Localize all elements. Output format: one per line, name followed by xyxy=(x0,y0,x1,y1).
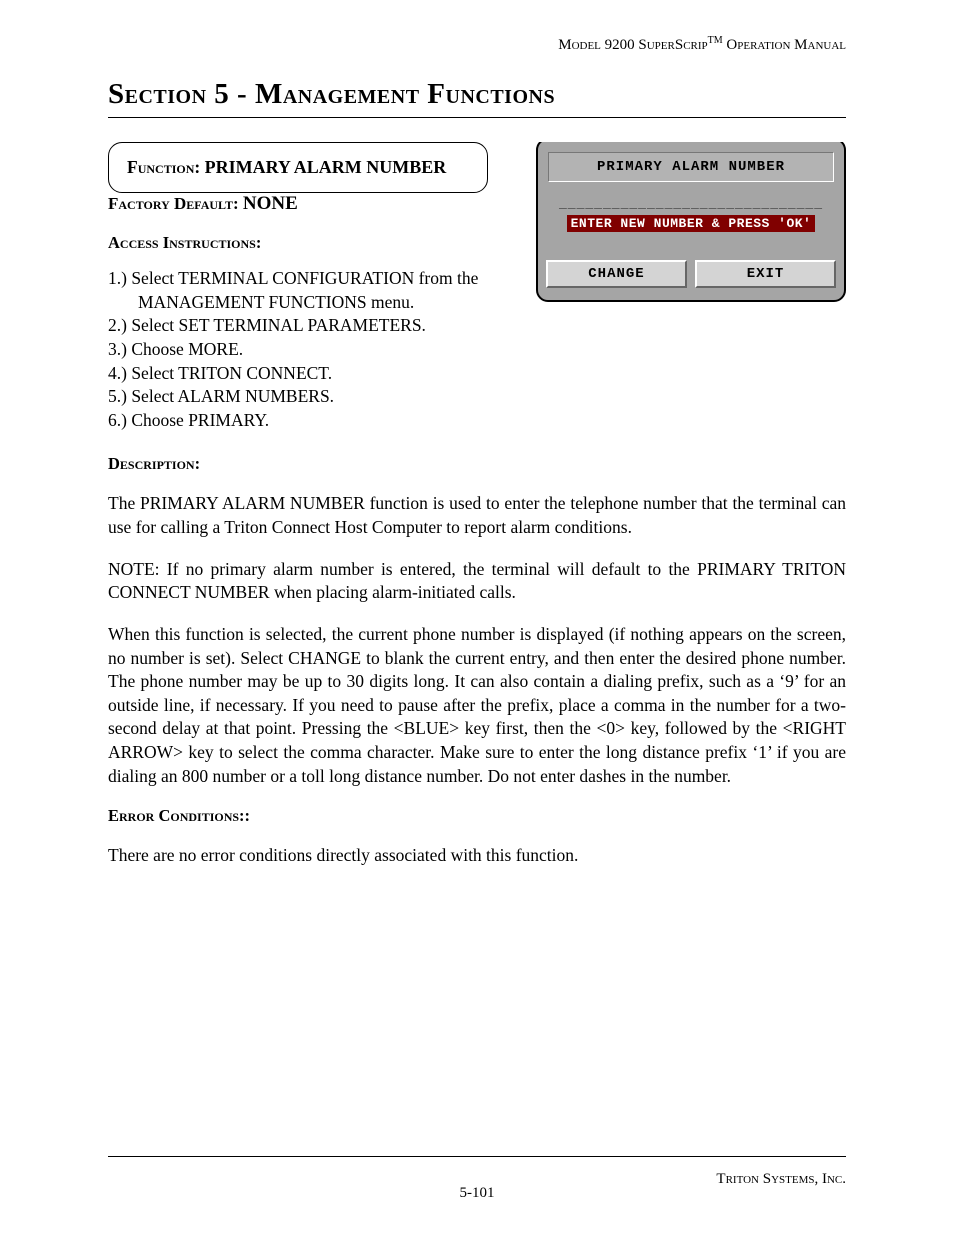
factory-default-value: NONE xyxy=(243,193,298,214)
trademark-symbol: TM xyxy=(708,35,723,46)
terminal-input-line: ______________________________ xyxy=(546,196,836,211)
header-model: Model 9200 SuperScrip xyxy=(558,37,707,53)
change-button[interactable]: CHANGE xyxy=(546,260,687,288)
terminal-prompt: ENTER NEW NUMBER & PRESS 'OK' xyxy=(567,215,816,232)
description-paragraph-3: When this function is selected, the curr… xyxy=(108,623,846,788)
step-4: 4.) Select TRITON CONNECT. xyxy=(108,362,846,386)
running-header: Model 9200 SuperScripTM Operation Manual xyxy=(108,35,846,54)
exit-button[interactable]: EXIT xyxy=(695,260,836,288)
error-conditions-label: Error Conditions:: xyxy=(108,806,846,826)
footer-company: Triton Systems, Inc. xyxy=(716,1171,846,1188)
error-conditions-text: There are no error conditions directly a… xyxy=(108,844,846,868)
footer-page-number: 5-101 xyxy=(460,1185,495,1202)
description-paragraph-1: The PRIMARY ALARM NUMBER function is use… xyxy=(108,492,846,539)
description-label: Description: xyxy=(108,454,846,474)
function-name: PRIMARY ALARM NUMBER xyxy=(205,157,447,177)
function-label: Function: xyxy=(127,157,205,177)
factory-default-label: Factory Default: xyxy=(108,194,243,213)
step-6: 6.) Choose PRIMARY. xyxy=(108,409,846,433)
section-title: Section 5 - Management Functions xyxy=(108,78,846,111)
header-suffix: Operation Manual xyxy=(723,37,846,53)
step-3: 3.) Choose MORE. xyxy=(108,338,846,362)
footer-rule xyxy=(108,1156,846,1157)
terminal-title: PRIMARY ALARM NUMBER xyxy=(548,152,834,182)
step-2: 2.) Select SET TERMINAL PARAMETERS. xyxy=(108,314,846,338)
function-box: Function: PRIMARY ALARM NUMBER xyxy=(108,142,488,193)
terminal-screenshot: PRIMARY ALARM NUMBER ___________________… xyxy=(536,142,846,302)
title-rule xyxy=(108,117,846,118)
step-5: 5.) Select ALARM NUMBERS. xyxy=(108,385,846,409)
page-footer: Triton Systems, Inc. 5-101 xyxy=(108,1156,846,1211)
description-paragraph-2: NOTE: If no primary alarm number is ente… xyxy=(108,558,846,605)
